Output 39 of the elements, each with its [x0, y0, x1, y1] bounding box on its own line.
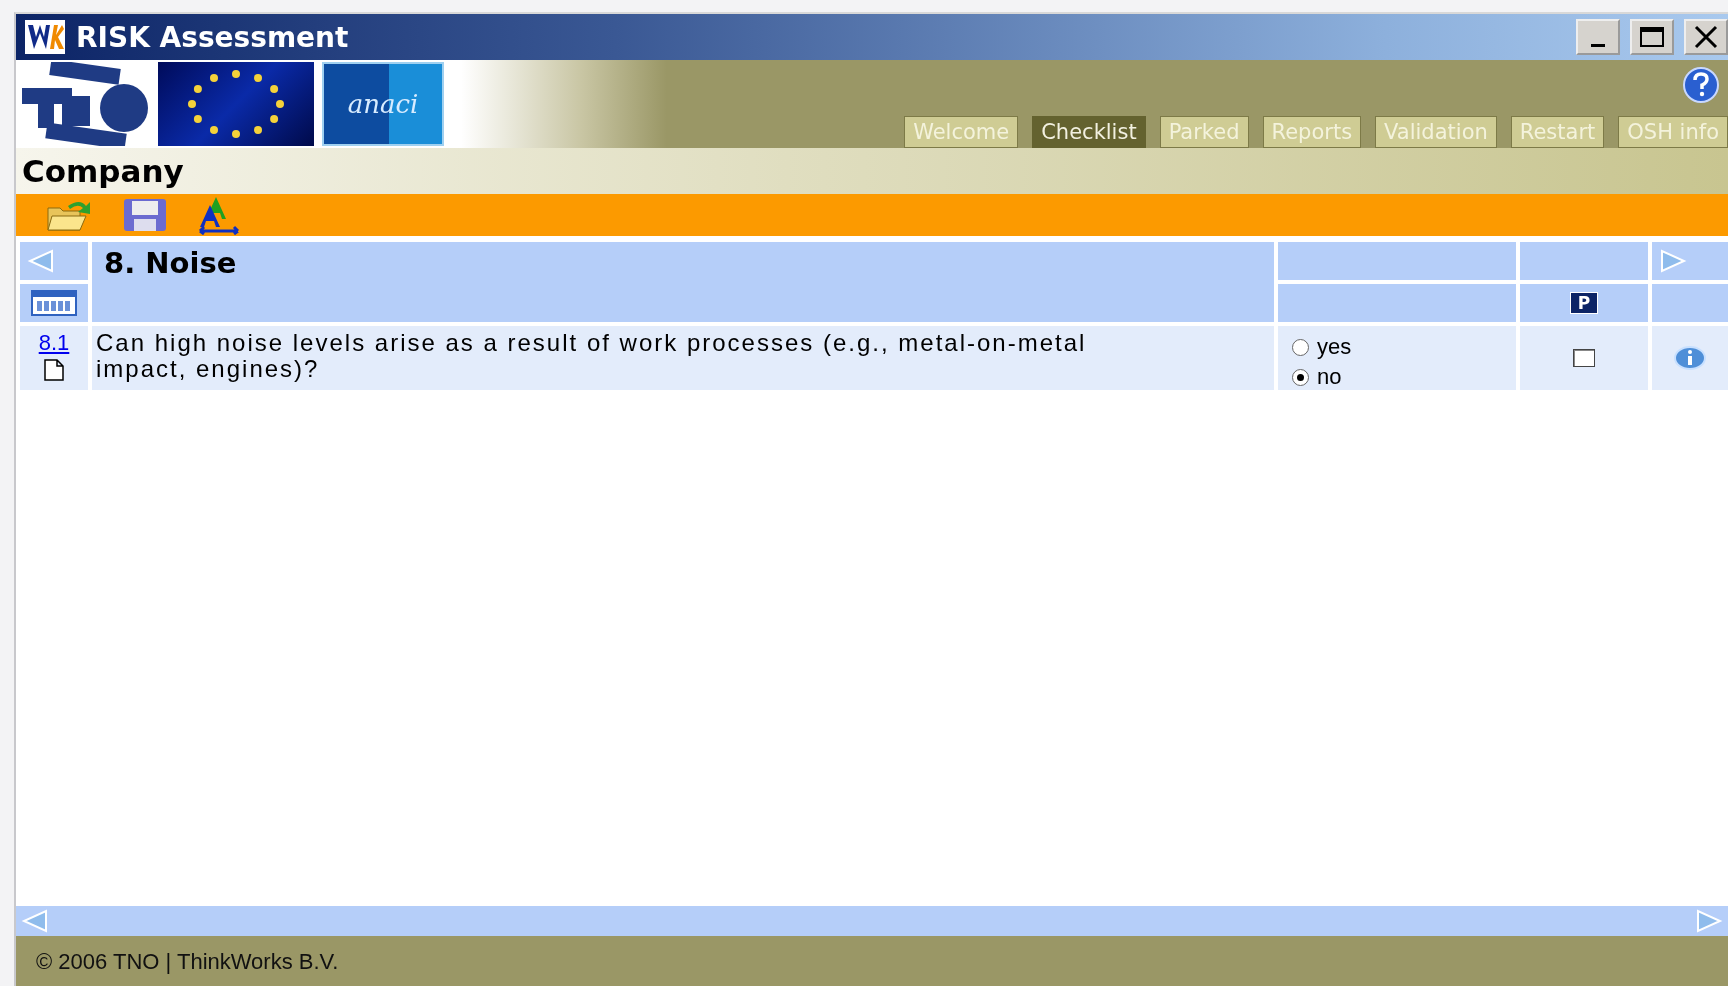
nav-tab[interactable]: Checklist: [1032, 116, 1146, 148]
question-number-link[interactable]: 8.1: [38, 330, 70, 356]
app-logo-icon: [24, 19, 66, 55]
right-arrow-icon: [1694, 909, 1724, 933]
nav-tab[interactable]: Parked: [1159, 116, 1249, 148]
answer-radio[interactable]: no: [1292, 364, 1516, 390]
close-button[interactable]: [1684, 19, 1728, 55]
nav-tab[interactable]: Restart: [1510, 116, 1605, 148]
window-title: RISK Assessment: [76, 20, 350, 54]
document-icon[interactable]: [43, 358, 65, 382]
radio-icon[interactable]: [1292, 338, 1309, 356]
left-arrow-icon: [20, 909, 50, 933]
company-heading: Company: [22, 153, 184, 189]
answer-radio[interactable]: yes: [1292, 334, 1516, 360]
right-arrow-icon: [1658, 249, 1688, 273]
help-icon[interactable]: [1682, 66, 1720, 104]
nav-tab[interactable]: OSH info: [1618, 116, 1728, 148]
partner-logo: anaci: [322, 62, 444, 146]
info-icon[interactable]: [1673, 345, 1707, 371]
maximize-icon: [1639, 26, 1665, 48]
minimize-button[interactable]: [1576, 19, 1620, 55]
nav-tab[interactable]: Validation: [1375, 116, 1497, 148]
nav-tab[interactable]: Reports: [1262, 116, 1362, 148]
calendar-icon[interactable]: [31, 290, 77, 316]
answer-label: yes: [1317, 334, 1352, 360]
copyright-text: © 2006 TNO | ThinkWorks B.V.: [36, 949, 339, 975]
parked-column-label: P: [1569, 292, 1599, 314]
close-icon: [1694, 25, 1718, 49]
park-checkbox[interactable]: [1573, 349, 1595, 367]
section-title: 8. Noise: [103, 245, 237, 280]
nav-tab[interactable]: Welcome: [904, 116, 1019, 148]
radio-icon[interactable]: [1292, 368, 1309, 386]
save-button[interactable]: [122, 197, 168, 233]
question-text: Can high noise levels arise as a result of work processes (e.g., metal-on-metal impact, engines)?: [95, 328, 1088, 384]
font-swap-button[interactable]: [196, 195, 242, 235]
minimize-icon: [1591, 43, 1605, 47]
answer-label: no: [1317, 364, 1342, 390]
left-arrow-icon: [26, 249, 56, 273]
maximize-button[interactable]: [1630, 19, 1674, 55]
